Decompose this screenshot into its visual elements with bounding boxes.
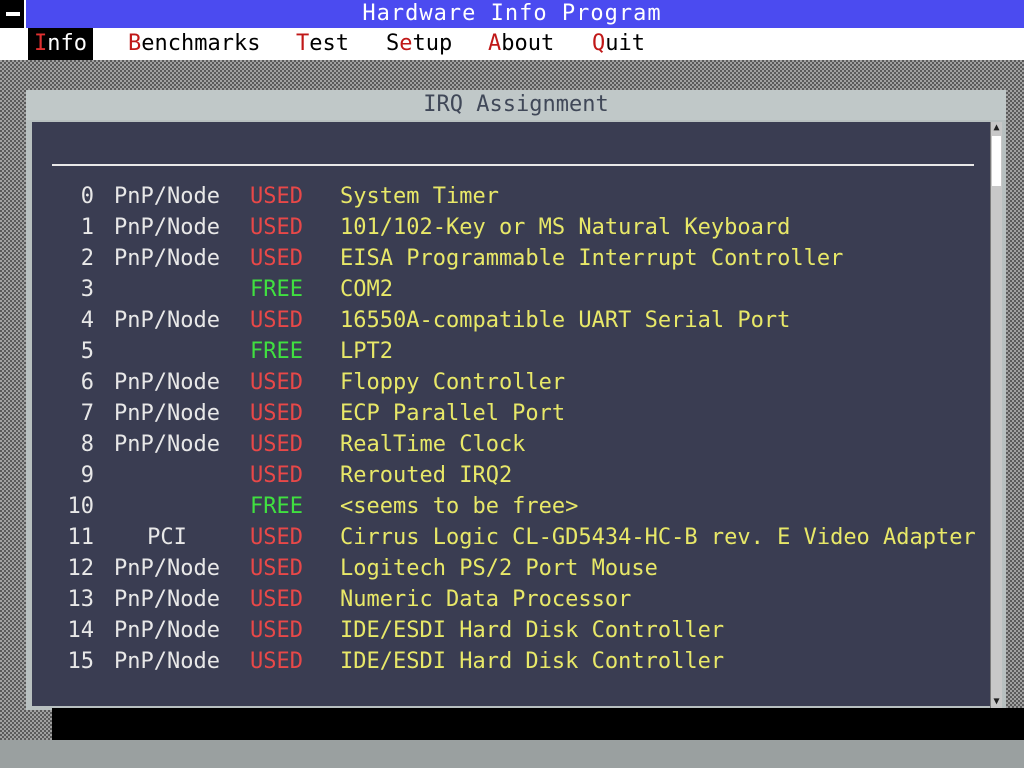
- irq-state: USED: [250, 432, 303, 457]
- irq-number: 0: [80, 184, 94, 209]
- irq-state: USED: [250, 525, 303, 550]
- app-title: Hardware Info Program: [362, 1, 662, 26]
- window-title: IRQ Assignment: [26, 90, 1006, 120]
- irq-bus-type: PnP/Node: [114, 432, 220, 457]
- irq-device: 101/102-Key or MS Natural Keyboard: [340, 215, 791, 240]
- irq-bus-type: PCI: [147, 525, 187, 550]
- irq-number: 2: [80, 246, 94, 271]
- irq-state: FREE: [250, 277, 303, 302]
- irq-bus-type: PnP/Node: [114, 370, 220, 395]
- menu-quit[interactable]: Quit: [586, 28, 651, 60]
- irq-bus-type: PnP/Node: [114, 556, 220, 581]
- irq-number: 7: [80, 401, 94, 426]
- scroll-up-arrow-icon[interactable]: ▲: [992, 122, 1001, 134]
- status-bar: [0, 740, 1024, 768]
- irq-state: USED: [250, 587, 303, 612]
- irq-number: 14: [67, 618, 95, 643]
- irq-state: USED: [250, 370, 303, 395]
- irq-number: 1: [80, 215, 94, 240]
- irq-device: 16550A-compatible UART Serial Port: [340, 308, 791, 333]
- irq-row[interactable]: 0 PnP/Node USED System Timer: [32, 182, 994, 212]
- irq-row[interactable]: 10 FREE <seems to be free>: [32, 492, 994, 522]
- irq-device: Rerouted IRQ2: [340, 463, 513, 488]
- irq-row[interactable]: 7 PnP/Node USED ECP Parallel Port: [32, 399, 994, 429]
- irq-assignment-window: IRQ Assignment 0 PnP/Node USED System Timer…: [26, 90, 1006, 710]
- irq-bus-type: PnP/Node: [114, 246, 220, 271]
- irq-row[interactable]: 5 FREE LPT2: [32, 337, 994, 367]
- menu-benchmarks[interactable]: Benchmarks: [122, 28, 266, 60]
- irq-number: 13: [67, 587, 95, 612]
- irq-state: USED: [250, 649, 303, 674]
- menu-bar: Info Benchmarks Test Setup About Quit: [0, 28, 1024, 60]
- irq-row[interactable]: 13 PnP/Node USED Numeric Data Processor: [32, 585, 994, 615]
- irq-list-panel: 0 PnP/Node USED System Timer 1 PnP/Node USED 10…: [32, 122, 994, 706]
- system-menu-button[interactable]: [0, 0, 26, 28]
- irq-number: 9: [80, 463, 94, 488]
- irq-row[interactable]: 15 PnP/Node USED IDE/ESDI Hard Disk Control…: [32, 647, 994, 677]
- irq-bus-type: PnP/Node: [114, 215, 220, 240]
- irq-number: 12: [67, 556, 95, 581]
- irq-device: System Timer: [340, 184, 499, 209]
- menu-about[interactable]: About: [482, 28, 560, 60]
- irq-state: USED: [250, 463, 303, 488]
- irq-state: USED: [250, 246, 303, 271]
- irq-number: 10: [67, 494, 95, 519]
- irq-state: USED: [250, 184, 303, 209]
- screen: Hardware Info Program Info Benchmarks Te…: [0, 0, 1024, 768]
- menu-setup[interactable]: Setup: [380, 28, 458, 60]
- irq-number: 5: [80, 339, 94, 364]
- irq-device: IDE/ESDI Hard Disk Controller: [340, 649, 725, 674]
- irq-device: IDE/ESDI Hard Disk Controller: [340, 618, 725, 643]
- irq-bus-type: PnP/Node: [114, 184, 220, 209]
- irq-row[interactable]: 1 PnP/Node USED 101/102-Key or MS Natural K…: [32, 213, 994, 243]
- irq-state: FREE: [250, 339, 303, 364]
- window-shadow: [52, 708, 1024, 740]
- irq-state: USED: [250, 556, 303, 581]
- irq-bus-type: PnP/Node: [114, 308, 220, 333]
- vertical-scrollbar[interactable]: ▲ ▼: [990, 122, 1002, 708]
- irq-number: 3: [80, 277, 94, 302]
- scroll-down-arrow-icon[interactable]: ▼: [992, 696, 1001, 708]
- irq-device: Logitech PS/2 Port Mouse: [340, 556, 658, 581]
- irq-row[interactable]: 11 PCI USED Cirrus Logic CL-GD5434-HC-B rev…: [32, 523, 994, 553]
- irq-row[interactable]: 9 USED Rerouted IRQ2: [32, 461, 994, 491]
- irq-device: RealTime Clock: [340, 432, 526, 457]
- irq-bus-type: PnP/Node: [114, 649, 220, 674]
- irq-number: 11: [67, 525, 95, 550]
- minus-icon: [6, 12, 20, 16]
- irq-row[interactable]: 2 PnP/Node USED EISA Programmable Interrupt…: [32, 244, 994, 274]
- menu-info[interactable]: Info: [28, 28, 93, 60]
- menu-test[interactable]: Test: [290, 28, 355, 60]
- irq-row[interactable]: 6 PnP/Node USED Floppy Controller: [32, 368, 994, 398]
- irq-number: 8: [80, 432, 94, 457]
- header-divider: [52, 164, 974, 166]
- irq-device: Cirrus Logic CL-GD5434-HC-B rev. E Video…: [340, 525, 976, 550]
- irq-bus-type: PnP/Node: [114, 618, 220, 643]
- irq-row[interactable]: 3 FREE COM2: [32, 275, 994, 305]
- irq-device: Floppy Controller: [340, 370, 566, 395]
- irq-row[interactable]: 12 PnP/Node USED Logitech PS/2 Port Mouse: [32, 554, 994, 584]
- irq-state: USED: [250, 215, 303, 240]
- irq-state: FREE: [250, 494, 303, 519]
- irq-bus-type: PnP/Node: [114, 401, 220, 426]
- irq-device: COM2: [340, 277, 393, 302]
- title-bar: Hardware Info Program: [0, 0, 1024, 28]
- irq-state: USED: [250, 401, 303, 426]
- irq-device: ECP Parallel Port: [340, 401, 566, 426]
- irq-device: LPT2: [340, 339, 393, 364]
- irq-number: 6: [80, 370, 94, 395]
- irq-bus-type: PnP/Node: [114, 587, 220, 612]
- irq-state: USED: [250, 308, 303, 333]
- irq-row[interactable]: 14 PnP/Node USED IDE/ESDI Hard Disk Control…: [32, 616, 994, 646]
- irq-row[interactable]: 8 PnP/Node USED RealTime Clock: [32, 430, 994, 460]
- scroll-thumb[interactable]: [992, 136, 1001, 186]
- irq-device: <seems to be free>: [340, 494, 579, 519]
- irq-number: 4: [80, 308, 94, 333]
- irq-device: Numeric Data Processor: [340, 587, 632, 612]
- irq-number: 15: [67, 649, 95, 674]
- irq-device: EISA Programmable Interrupt Controller: [340, 246, 844, 271]
- irq-row[interactable]: 4 PnP/Node USED 16550A-compatible UART Seri…: [32, 306, 994, 336]
- irq-state: USED: [250, 618, 303, 643]
